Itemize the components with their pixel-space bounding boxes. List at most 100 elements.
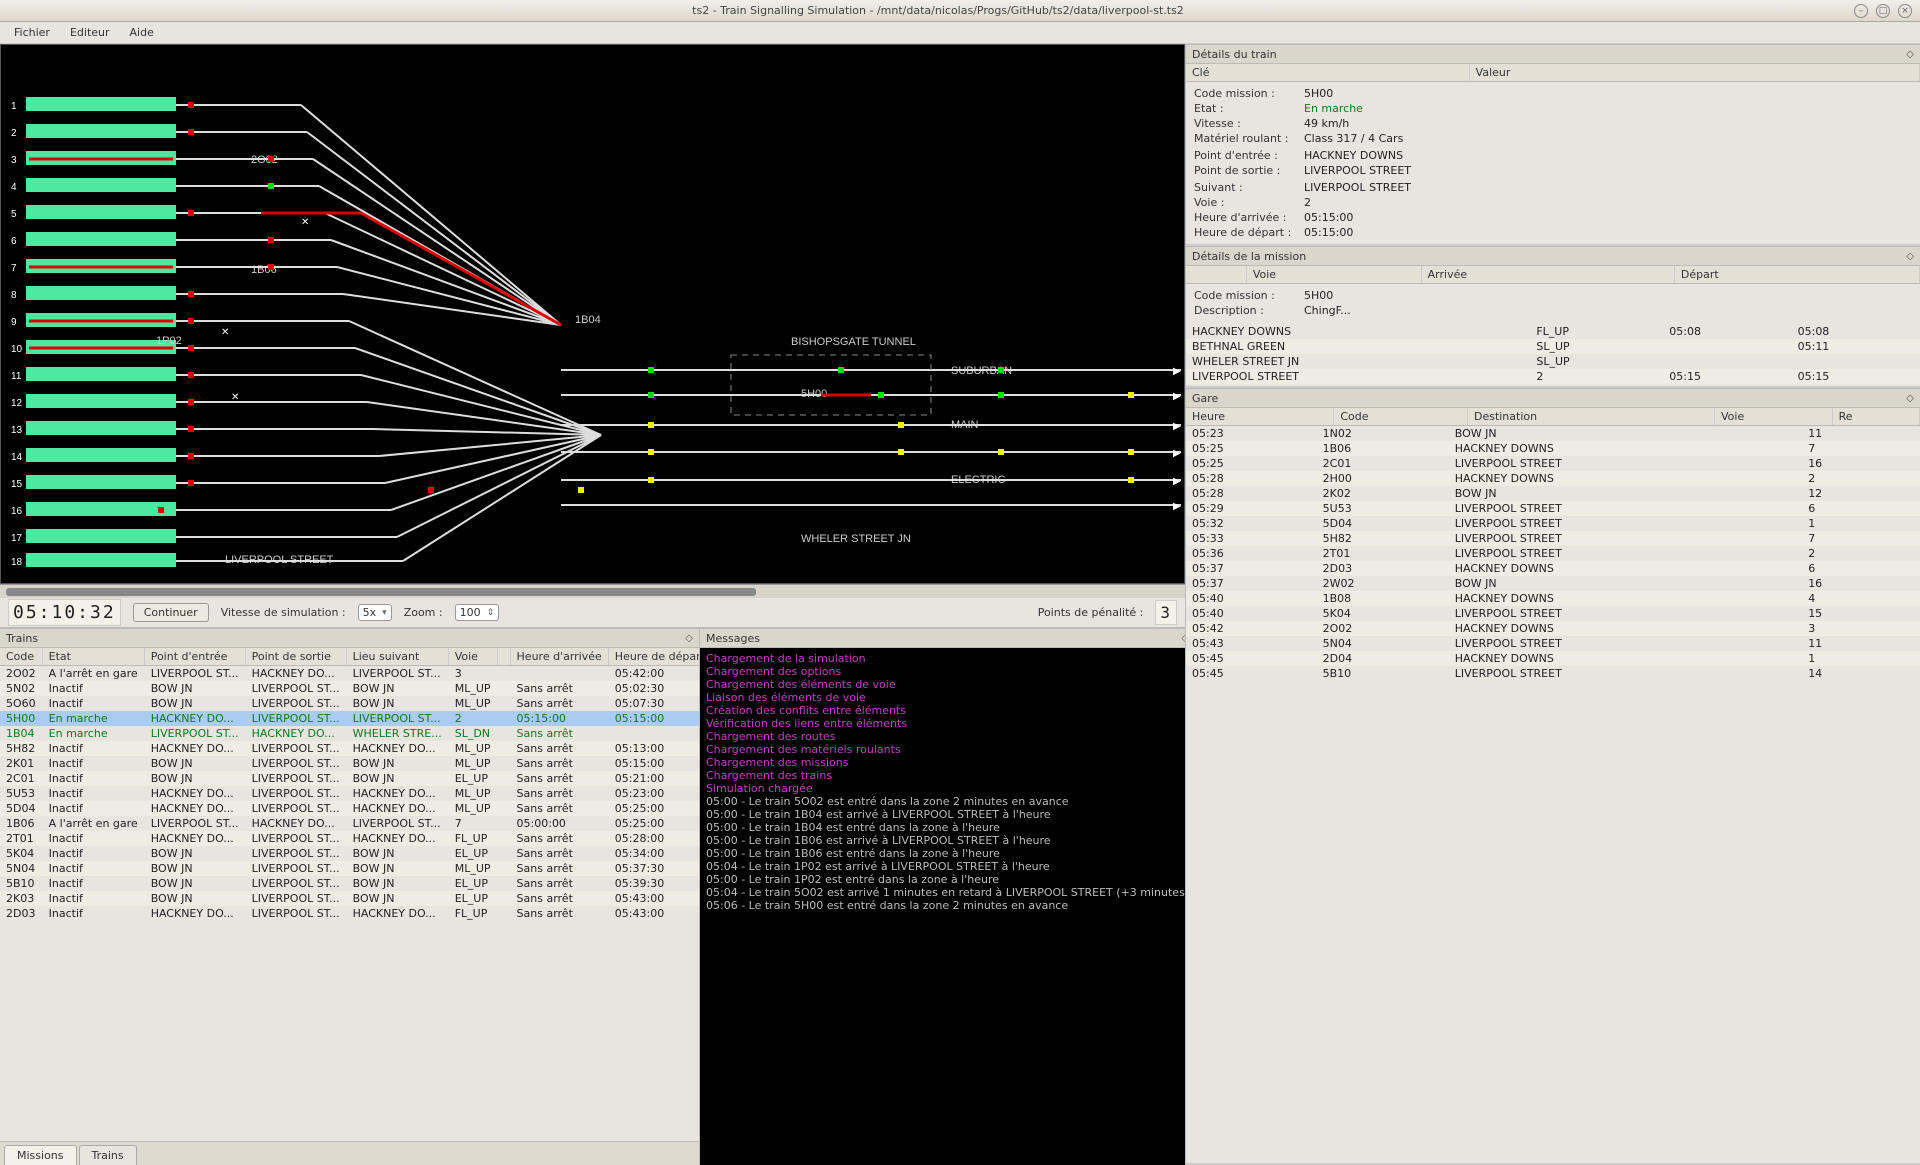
table-row[interactable]: BETHNAL GREENSL_UP05:11 [1186, 339, 1920, 354]
window-title: ts2 - Train Signalling Simulation - /mnt… [22, 4, 1854, 17]
svg-text:▶: ▶ [1173, 366, 1181, 377]
tab-missions[interactable]: Missions [4, 1145, 77, 1165]
trains-col[interactable]: Lieu suivant [346, 648, 448, 666]
svg-text:✕: ✕ [231, 392, 239, 403]
table-row[interactable]: HACKNEY DOWNSFL_UP05:0805:08 [1186, 324, 1920, 339]
table-row[interactable]: 5N04InactifBOW JNLIVERPOOL ST...BOW JNML… [0, 861, 699, 876]
table-row[interactable]: 5H00En marcheHACKNEY DO...LIVERPOOL ST..… [0, 711, 699, 726]
menu-file[interactable]: Fichier [6, 24, 58, 41]
trains-col[interactable]: Point d'entrée [144, 648, 245, 666]
trains-col[interactable]: Etat [42, 648, 144, 666]
mission-details-title: Détails de la mission [1192, 250, 1306, 263]
panel-detach-icon[interactable]: ◇ [1906, 49, 1914, 60]
table-row[interactable]: WHELER STREET JNSL_UP [1186, 354, 1920, 369]
svg-text:12: 12 [11, 398, 23, 409]
table-row[interactable]: 05:295U53LIVERPOOL STREET6 [1186, 501, 1920, 516]
svg-text:9: 9 [11, 317, 17, 328]
window-titlebar: ts2 - Train Signalling Simulation - /mnt… [0, 0, 1920, 22]
table-row[interactable]: 05:372W02BOW JN16 [1186, 576, 1920, 591]
table-row[interactable]: 1B04En marcheLIVERPOOL ST...HACKNEY DO..… [0, 726, 699, 741]
table-row[interactable]: 2T01InactifHACKNEY DO...LIVERPOOL ST...H… [0, 831, 699, 846]
table-row[interactable]: 2D03InactifHACKNEY DO...LIVERPOOL ST...H… [0, 906, 699, 921]
svg-text:▶: ▶ [1173, 448, 1181, 459]
penalty-value: 3 [1155, 600, 1177, 625]
svg-text:5: 5 [11, 209, 17, 220]
panel-detach-icon[interactable]: ◇ [1906, 393, 1914, 404]
table-row[interactable]: 5O60InactifBOW JNLIVERPOOL ST...BOW JNML… [0, 696, 699, 711]
sim-clock: 05:10:32 [8, 599, 121, 626]
trains-col[interactable] [497, 648, 510, 666]
control-bar: 05:10:32 Continuer Vitesse de simulation… [0, 598, 1185, 628]
label-wheler: WHELER STREET JN [801, 533, 911, 545]
table-row[interactable]: 05:231N02BOW JN11 [1186, 426, 1920, 441]
zoom-spinner[interactable]: 100⇕ [455, 604, 500, 621]
table-row[interactable]: 05:455B10LIVERPOOL STREET14 [1186, 666, 1920, 681]
simspeed-combo[interactable]: 5x▾ [358, 604, 392, 621]
trains-table: CodeEtatPoint d'entréePoint de sortieLie… [0, 648, 699, 921]
table-row[interactable]: 2C01InactifBOW JNLIVERPOOL ST...BOW JNEL… [0, 771, 699, 786]
table-row[interactable]: 05:372D03HACKNEY DOWNS6 [1186, 561, 1920, 576]
table-row[interactable]: 05:405K04LIVERPOOL STREET15 [1186, 606, 1920, 621]
messages-panel-title: Messages [706, 632, 760, 645]
table-row[interactable]: 5U53InactifHACKNEY DO...LIVERPOOL ST...H… [0, 786, 699, 801]
menu-help[interactable]: Aide [122, 24, 162, 41]
menu-edit[interactable]: Editeur [62, 24, 118, 41]
close-icon[interactable]: × [1898, 4, 1912, 18]
train-details-body: Code mission :5H00Etat :En marcheVitesse… [1186, 82, 1920, 244]
table-row[interactable]: 2O02A l'arrêt en gareLIVERPOOL ST...HACK… [0, 666, 699, 682]
maximize-icon[interactable]: □ [1876, 4, 1890, 18]
trains-table-scroll[interactable]: CodeEtatPoint d'entréePoint de sortieLie… [0, 648, 699, 1141]
table-row[interactable]: 05:452D04HACKNEY DOWNS1 [1186, 651, 1920, 666]
svg-text:4: 4 [11, 182, 17, 193]
svg-text:2: 2 [11, 128, 17, 139]
table-row[interactable]: 05:251B06HACKNEY DOWNS7 [1186, 441, 1920, 456]
table-row[interactable]: 05:401B08HACKNEY DOWNS4 [1186, 591, 1920, 606]
svg-text:13: 13 [11, 425, 23, 436]
trains-col[interactable]: Voie [448, 648, 497, 666]
svg-text:15: 15 [11, 479, 23, 490]
table-row[interactable]: 2K03InactifBOW JNLIVERPOOL ST...BOW JNEL… [0, 891, 699, 906]
table-row[interactable]: 05:435N04LIVERPOOL STREET11 [1186, 636, 1920, 651]
tab-trains[interactable]: Trains [79, 1145, 137, 1165]
table-row[interactable]: 1B06A l'arrêt en gareLIVERPOOL ST...HACK… [0, 816, 699, 831]
train-details-title: Détails du train [1192, 48, 1277, 61]
messages-log[interactable]: Chargement de la simulationChargement de… [700, 648, 1195, 1165]
trains-col[interactable]: Heure d'arrivée [510, 648, 608, 666]
svg-text:▶: ▶ [1173, 501, 1181, 512]
table-row[interactable]: 05:335H82LIVERPOOL STREET7 [1186, 531, 1920, 546]
table-row[interactable]: 2K01InactifBOW JNLIVERPOOL ST...BOW JNML… [0, 756, 699, 771]
table-row[interactable]: 5K04InactifBOW JNLIVERPOOL ST...BOW JNEL… [0, 846, 699, 861]
svg-text:6: 6 [11, 236, 17, 247]
table-row[interactable]: 05:325D04LIVERPOOL STREET1 [1186, 516, 1920, 531]
track-hscrollbar[interactable] [0, 584, 1185, 598]
bottom-tabs: Missions Trains [0, 1141, 699, 1165]
station-table-scroll[interactable]: 05:231N02BOW JN1105:251B06HACKNEY DOWNS7… [1186, 426, 1920, 1163]
track-diagram[interactable]: 123456789101112131415161718 2O02 1B06 1P… [0, 44, 1185, 584]
continue-button[interactable]: Continuer [133, 603, 209, 622]
trains-panel-title: Trains [6, 632, 38, 645]
svg-text:1: 1 [11, 101, 17, 112]
table-row[interactable]: 05:252C01LIVERPOOL STREET16 [1186, 456, 1920, 471]
table-row[interactable]: 05:362T01LIVERPOOL STREET2 [1186, 546, 1920, 561]
zoom-label: Zoom : [404, 606, 443, 619]
panel-detach-icon[interactable]: ◇ [685, 633, 693, 644]
table-row[interactable]: 05:282K02BOW JN12 [1186, 486, 1920, 501]
minimize-icon[interactable]: – [1854, 4, 1868, 18]
panel-detach-icon[interactable]: ◇ [1906, 251, 1914, 262]
trains-col[interactable]: Heure de départ [608, 648, 699, 666]
col-value: Valeur [1469, 64, 1919, 82]
table-row[interactable]: 5D04InactifHACKNEY DO...LIVERPOOL ST...H… [0, 801, 699, 816]
table-row[interactable]: 05:422O02HACKNEY DOWNS3 [1186, 621, 1920, 636]
table-row[interactable]: LIVERPOOL STREET205:1505:15 [1186, 369, 1920, 384]
table-row[interactable]: 5B10InactifBOW JNLIVERPOOL ST...BOW JNEL… [0, 876, 699, 891]
trains-col[interactable]: Point de sortie [245, 648, 346, 666]
table-row[interactable]: 05:282H00HACKNEY DOWNS2 [1186, 471, 1920, 486]
table-row[interactable]: 5N02InactifBOW JNLIVERPOOL ST...BOW JNML… [0, 681, 699, 696]
svg-text:▶: ▶ [1173, 476, 1181, 487]
svg-text:16: 16 [11, 506, 23, 517]
svg-text:8: 8 [11, 290, 17, 301]
trains-col[interactable]: Code [0, 648, 42, 666]
table-row[interactable]: 5H82InactifHACKNEY DO...LIVERPOOL ST...H… [0, 741, 699, 756]
svg-text:▶: ▶ [1173, 391, 1181, 402]
col-key: Clé [1186, 64, 1469, 82]
